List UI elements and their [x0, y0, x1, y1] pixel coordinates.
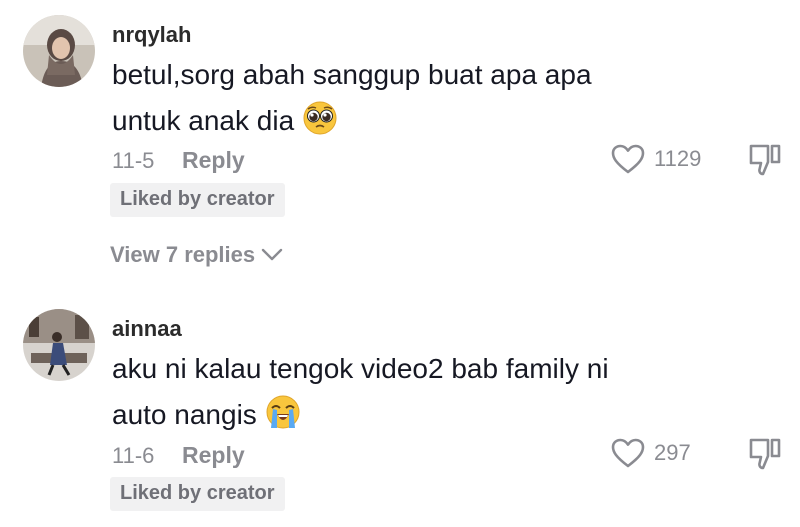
liked-by-creator-badge: Liked by creator	[110, 183, 285, 217]
comment-item: ainnaa aku ni kalau tengok video2 bab fa…	[0, 300, 800, 527]
pleading-face-emoji	[302, 100, 338, 136]
comment-text-segment: auto nangis	[112, 399, 257, 430]
comment-item: nrqylah betul,sorg abah sanggup buat apa…	[0, 0, 800, 290]
heart-outline-icon	[611, 438, 645, 468]
like-count: 297	[654, 440, 691, 465]
like-button[interactable]: 1129	[610, 143, 701, 175]
like-button[interactable]: 297	[610, 437, 691, 469]
comment-text-line: auto nangis	[112, 392, 672, 438]
username[interactable]: nrqylah	[112, 22, 191, 48]
comment-date: 11-5	[112, 148, 155, 173]
chevron-down-icon	[261, 248, 283, 261]
avatar[interactable]	[23, 15, 95, 87]
comment-text-line: betul,sorg abah sanggup buat apa apa	[112, 59, 592, 90]
dislike-button[interactable]	[746, 143, 784, 177]
dislike-button[interactable]	[746, 437, 784, 471]
reply-button[interactable]: Reply	[182, 442, 245, 469]
heart-outline-icon	[611, 144, 645, 174]
like-count: 1129	[654, 146, 702, 171]
view-replies-label: View 7 replies	[110, 242, 256, 267]
comment-text-line: aku ni kalau tengok video2 bab family ni	[112, 353, 609, 384]
comment-text: betul,sorg abah sanggup buat apa apa unt…	[112, 52, 672, 144]
liked-by-creator-badge: Liked by creator	[110, 477, 285, 511]
username[interactable]: ainnaa	[112, 316, 182, 342]
view-replies-button[interactable]: View 7 replies	[110, 242, 283, 268]
comment-text-segment: untuk anak dia	[112, 105, 295, 136]
reply-button[interactable]: Reply	[182, 147, 245, 174]
avatar[interactable]	[23, 309, 95, 381]
comment-text: aku ni kalau tengok video2 bab family ni…	[112, 346, 672, 438]
comment-text-line: untuk anak dia	[112, 98, 672, 144]
thumbs-down-icon	[749, 438, 781, 470]
thumbs-down-icon	[749, 144, 781, 176]
comment-date: 11-6	[112, 443, 155, 468]
loudly-crying-face-emoji	[265, 394, 301, 430]
